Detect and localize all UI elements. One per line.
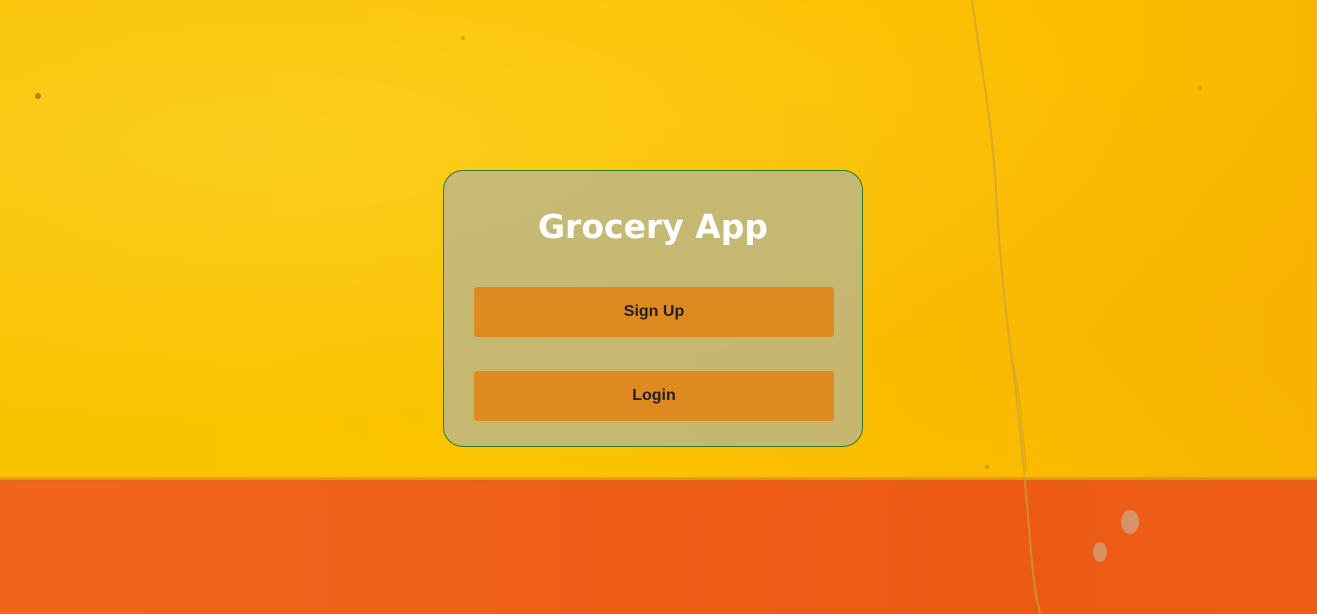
app-title: Grocery App	[537, 207, 769, 246]
login-button[interactable]: Login	[474, 371, 834, 421]
signup-button[interactable]: Sign Up	[474, 287, 834, 337]
welcome-card: Grocery App Sign Up Login	[443, 170, 863, 447]
